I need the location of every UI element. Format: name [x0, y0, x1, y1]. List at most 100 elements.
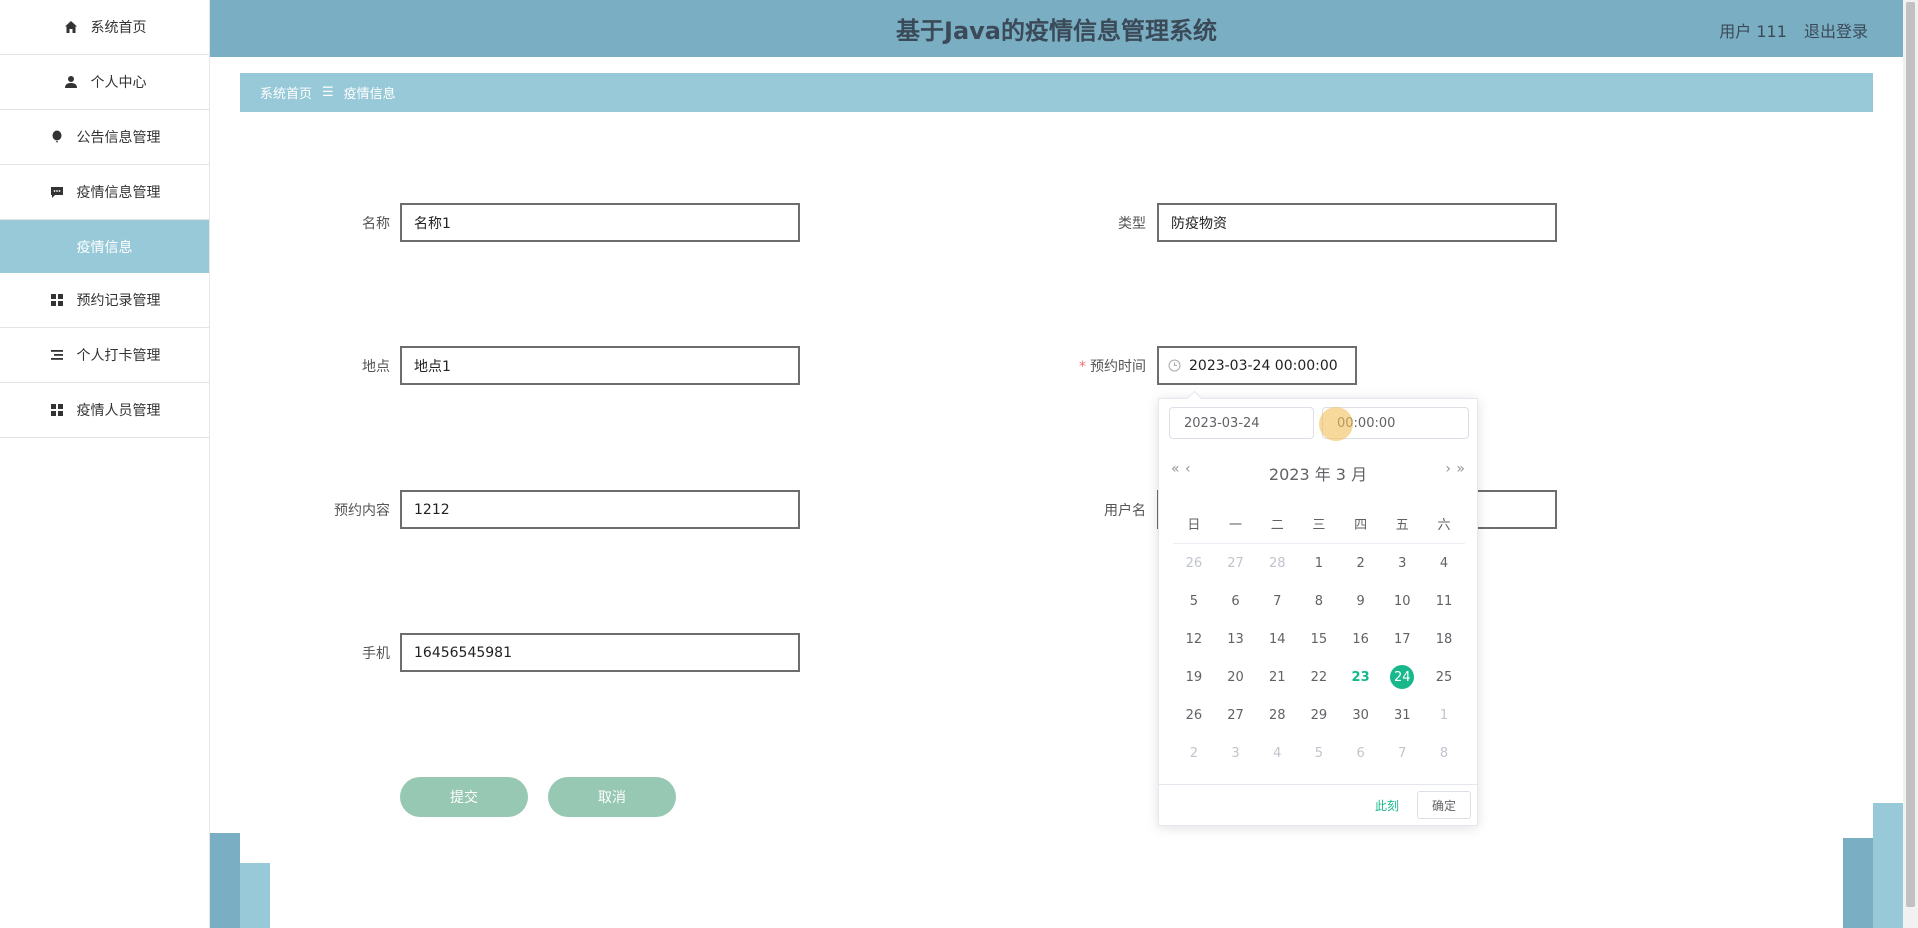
- sidebar-item-home[interactable]: 系统首页: [0, 0, 209, 55]
- weekday: 五: [1395, 517, 1409, 533]
- calendar-day[interactable]: 25: [1423, 658, 1465, 696]
- calendar-day[interactable]: 17: [1381, 620, 1423, 658]
- sidebar-item-appointment[interactable]: 预约记录管理: [0, 273, 209, 328]
- scrollbar-thumb[interactable]: [1906, 2, 1915, 907]
- calendar-day[interactable]: 5: [1298, 734, 1340, 772]
- calendar-day[interactable]: 20: [1215, 658, 1257, 696]
- calendar-day[interactable]: 5: [1173, 582, 1215, 620]
- next-month-icon[interactable]: ›: [1445, 461, 1451, 477]
- calendar-day[interactable]: 8: [1423, 734, 1465, 772]
- picker-arrow: [1186, 390, 1203, 407]
- calendar-day[interactable]: 26: [1173, 696, 1215, 734]
- calendar-day[interactable]: 7: [1256, 582, 1298, 620]
- calendar-day[interactable]: 3: [1381, 544, 1423, 582]
- appointment-time-label-text: 预约时间: [1090, 359, 1146, 375]
- sidebar-item-label: 疫情信息: [76, 239, 133, 256]
- appointment-time-value: 2023-03-24 00:00:00: [1189, 357, 1338, 374]
- calendar-day[interactable]: 9: [1340, 582, 1382, 620]
- now-button[interactable]: 此刻: [1375, 797, 1399, 814]
- calendar-day[interactable]: 6: [1215, 582, 1257, 620]
- logout-button[interactable]: 退出登录: [1804, 22, 1868, 41]
- weekday: 四: [1354, 517, 1368, 533]
- weekday: 三: [1312, 517, 1326, 533]
- list-icon: [49, 347, 65, 363]
- calendar-day[interactable]: 30: [1340, 696, 1382, 734]
- page-title: 基于Java的疫情信息管理系统: [896, 17, 1217, 45]
- content-field[interactable]: 1212: [400, 490, 800, 529]
- weekday: 一: [1229, 517, 1243, 533]
- calendar-week: 2 3 4 5 6 7 8: [1173, 734, 1465, 772]
- calendar-day[interactable]: 16: [1340, 620, 1382, 658]
- appointment-time-field[interactable]: 2023-03-24 00:00:00: [1157, 346, 1357, 385]
- sidebar-item-label: 系统首页: [90, 20, 147, 36]
- breadcrumb: 系统首页 ☰ 疫情信息: [240, 73, 1873, 112]
- submit-button[interactable]: 提交: [400, 777, 528, 817]
- username-label: 用户名: [1104, 503, 1146, 519]
- phone-field[interactable]: 16456545981: [400, 633, 800, 672]
- calendar-day[interactable]: 12: [1173, 620, 1215, 658]
- place-field[interactable]: 地点1: [400, 346, 800, 385]
- chat-icon: [49, 184, 65, 200]
- calendar-week: 26 27 28 1 2 3 4: [1173, 544, 1465, 582]
- calendar-day[interactable]: 21: [1256, 658, 1298, 696]
- calendar-week: 26 27 28 29 30 31 1: [1173, 696, 1465, 734]
- sidebar-item-epidemic-info-manage[interactable]: 疫情信息管理: [0, 165, 209, 220]
- calendar-day[interactable]: 29: [1298, 696, 1340, 734]
- calendar-week: 19 20 21 22 23 24 25: [1173, 658, 1465, 696]
- calendar-day[interactable]: 22: [1298, 658, 1340, 696]
- sidebar-item-personal-center[interactable]: 个人中心: [0, 55, 209, 110]
- calendar-day-today[interactable]: 23: [1340, 658, 1382, 696]
- calendar-day[interactable]: 28: [1256, 696, 1298, 734]
- name-field[interactable]: 名称1: [400, 203, 800, 242]
- datetime-picker: 2023-03-24 00:00:00 « ‹ 2023 年 3 月 › » 日…: [1158, 390, 1478, 826]
- calendar-day[interactable]: 10: [1381, 582, 1423, 620]
- cursor-highlight: [1319, 407, 1353, 441]
- calendar-day[interactable]: 6: [1340, 734, 1382, 772]
- calendar-day[interactable]: 4: [1256, 734, 1298, 772]
- type-field[interactable]: 防疫物资: [1157, 203, 1557, 242]
- calendar-day[interactable]: 7: [1381, 734, 1423, 772]
- decor-building: [240, 863, 270, 928]
- next-year-icon[interactable]: »: [1456, 461, 1465, 477]
- calendar-day[interactable]: 27: [1215, 696, 1257, 734]
- sidebar: 系统首页 个人中心 公告信息管理 疫情信息管理 疫情信息 预约记录管理 个人打卡…: [0, 0, 210, 928]
- calendar-day[interactable]: 28: [1256, 544, 1298, 582]
- calendar-day[interactable]: 27: [1215, 544, 1257, 582]
- calendar-day[interactable]: 2: [1173, 734, 1215, 772]
- calendar-day[interactable]: 15: [1298, 620, 1340, 658]
- calendar-day[interactable]: 8: [1298, 582, 1340, 620]
- calendar-day[interactable]: 3: [1215, 734, 1257, 772]
- sidebar-item-label: 疫情信息管理: [76, 185, 161, 201]
- calendar-day[interactable]: 19: [1173, 658, 1215, 696]
- sidebar-item-announcement[interactable]: 公告信息管理: [0, 110, 209, 165]
- cancel-button[interactable]: 取消: [548, 777, 676, 817]
- calendar-day[interactable]: 13: [1215, 620, 1257, 658]
- calendar-week: 12 13 14 15 16 17 18: [1173, 620, 1465, 658]
- top-header: 基于Java的疫情信息管理系统 用户 111 退出登录: [210, 0, 1903, 57]
- calendar-day-selected[interactable]: 24: [1381, 658, 1423, 696]
- calendar-day[interactable]: 4: [1423, 544, 1465, 582]
- picker-year-month: 2023 年 3 月: [1268, 465, 1368, 484]
- calendar-day[interactable]: 2: [1340, 544, 1382, 582]
- sidebar-item-personnel[interactable]: 疫情人员管理: [0, 383, 209, 438]
- calendar-day[interactable]: 1: [1423, 696, 1465, 734]
- calendar-day[interactable]: 14: [1256, 620, 1298, 658]
- sidebar-item-checkin[interactable]: 个人打卡管理: [0, 328, 209, 383]
- calendar-day[interactable]: 11: [1423, 582, 1465, 620]
- content-label: 预约内容: [334, 503, 390, 519]
- confirm-button[interactable]: 确定: [1417, 791, 1471, 819]
- picker-date-input[interactable]: 2023-03-24: [1169, 407, 1314, 439]
- calendar-day[interactable]: 31: [1381, 696, 1423, 734]
- calendar-day[interactable]: 1: [1298, 544, 1340, 582]
- person-icon: [63, 74, 79, 90]
- name-label: 名称: [362, 216, 390, 232]
- breadcrumb-home[interactable]: 系统首页: [260, 83, 312, 102]
- sidebar-item-label: 个人中心: [90, 75, 147, 91]
- weekday-header: 日 一 二 三 四 五 六: [1173, 504, 1465, 542]
- grid-icon: [49, 402, 65, 418]
- vertical-scrollbar[interactable]: [1903, 0, 1918, 928]
- clock-icon: [1168, 359, 1181, 376]
- sidebar-subitem-epidemic-info[interactable]: 疫情信息: [0, 220, 209, 273]
- calendar-day[interactable]: 26: [1173, 544, 1215, 582]
- calendar-day[interactable]: 18: [1423, 620, 1465, 658]
